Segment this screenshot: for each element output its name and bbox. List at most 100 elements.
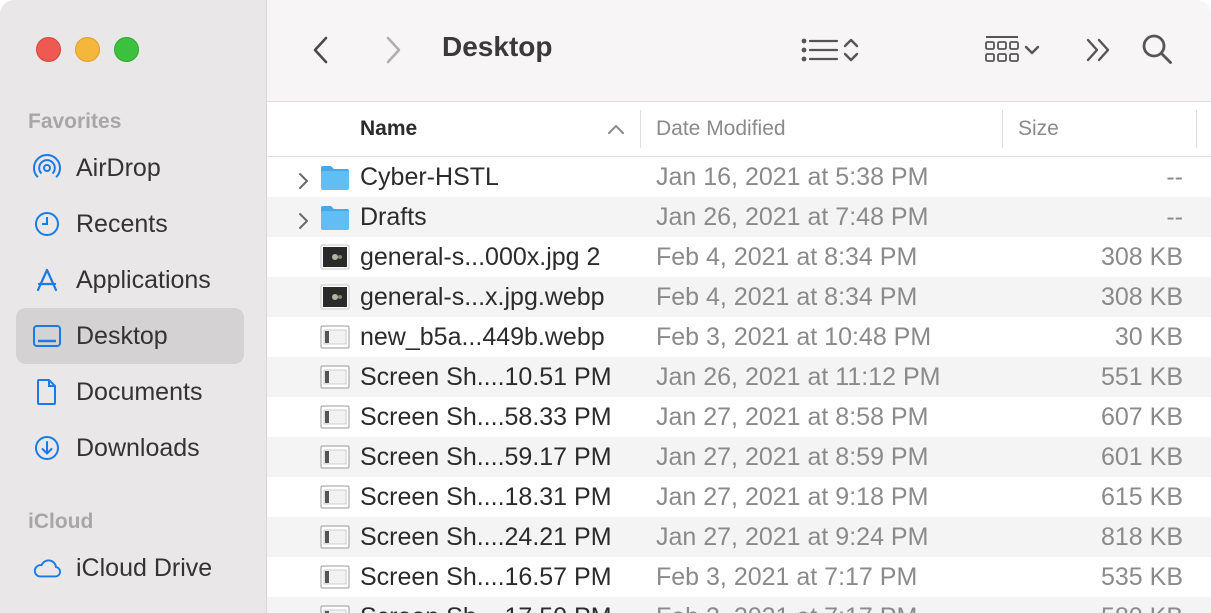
clock-icon [32,209,62,239]
screenshot-file-icon [320,563,350,591]
file-date-modified: Feb 3, 2021 at 10:48 PM [656,323,932,351]
file-name: Cyber-HSTL [360,163,499,191]
file-date-modified: Feb 4, 2021 at 8:34 PM [656,283,918,311]
file-row[interactable]: new_b5a...449b.webp Feb 3, 2021 at 10:48 … [267,317,1211,357]
disclosure-chevron-icon[interactable] [297,168,309,197]
more-toolbar-button[interactable] [1081,33,1115,67]
date-column-header[interactable]: Date Modified [656,102,786,156]
screenshot-file-icon [320,523,350,551]
file-size: 535 KB [1100,563,1183,591]
file-row[interactable]: Screen Sh....16.57 PM Feb 3, 2021 at 7:17… [267,557,1211,597]
file-size: 818 KB [1100,523,1183,551]
name-column-header[interactable]: Name [360,102,417,156]
folder-icon [320,203,350,231]
file-row[interactable]: Screen Sh....17.50 PM Feb 3, 2021 at 7:17… [267,597,1211,613]
sidebar: Favorites AirDrop Recents Applications D… [0,0,267,613]
file-list: Cyber-HSTL Jan 16, 2021 at 5:38 PM -- Draft… [267,157,1211,613]
file-name: Screen Sh....59.17 PM [360,443,612,471]
file-date-modified: Jan 27, 2021 at 8:58 PM [656,403,929,431]
download-icon [32,433,62,463]
chevron-left-icon [313,36,328,64]
window-title: Desktop [442,31,553,62]
file-name: general-s...000x.jpg 2 [360,243,601,271]
file-row[interactable]: Screen Sh....58.33 PM Jan 27, 2021 at 8:5… [267,397,1211,437]
minimize-button[interactable] [75,37,100,62]
file-row[interactable]: Screen Sh....24.21 PM Jan 27, 2021 at 9:2… [267,517,1211,557]
file-size: 551 KB [1100,363,1183,391]
document-icon [32,377,62,407]
file-date-modified: Jan 26, 2021 at 11:12 PM [656,363,941,391]
file-size: 607 KB [1100,403,1183,431]
forward-button[interactable] [379,33,407,67]
file-date-modified: Jan 27, 2021 at 9:24 PM [656,523,929,551]
disclosure-chevron-icon[interactable] [297,208,309,237]
sidebar-item-label: Documents [76,377,203,406]
applications-icon [32,265,62,295]
search-icon [1142,34,1172,64]
screenshot-file-icon [320,483,350,511]
file-size: 601 KB [1100,443,1183,471]
search-button[interactable] [1139,31,1175,67]
file-name: general-s...x.jpg.webp [360,283,605,311]
sidebar-item-downloads[interactable]: Downloads [16,420,244,476]
airdrop-icon [32,153,62,183]
sidebar-item-airdrop[interactable]: AirDrop [16,140,244,196]
file-name: Screen Sh....17.50 PM [360,603,612,613]
chevron-down-icon [1024,45,1040,55]
grid-view-icon [985,36,1019,62]
group-button[interactable] [975,33,1049,67]
sidebar-item-label: iCloud Drive [76,553,213,582]
view-options-button[interactable] [795,33,867,67]
close-button[interactable] [36,37,61,62]
screenshot-file-icon [320,403,350,431]
sidebar-item-desktop[interactable]: Desktop [16,308,244,364]
sidebar-item-recents[interactable]: Recents [16,196,244,252]
finder-window: Favorites AirDrop Recents Applications D… [0,0,1211,613]
file-size: 615 KB [1100,483,1183,511]
screenshot-file-icon [320,363,350,391]
sidebar-item-icloud-drive[interactable]: iCloud Drive [16,540,244,596]
file-row[interactable]: general-s...x.jpg.webp Feb 4, 2021 at 8:3… [267,277,1211,317]
file-name: Screen Sh....58.33 PM [360,403,612,431]
file-row[interactable]: Screen Sh....59.17 PM Jan 27, 2021 at 8:5… [267,437,1211,477]
size-column-header[interactable]: Size [1018,102,1059,156]
screenshot-file-icon [320,603,350,613]
file-size: -- [1166,163,1183,191]
file-row[interactable]: Cyber-HSTL Jan 16, 2021 at 5:38 PM -- [267,157,1211,197]
sidebar-item-label: AirDrop [76,153,161,182]
file-size: 30 KB [1114,323,1183,351]
file-row[interactable]: Screen Sh....18.31 PM Jan 27, 2021 at 9:1… [267,477,1211,517]
file-name: Screen Sh....18.31 PM [360,483,612,511]
file-row[interactable]: Screen Sh....10.51 PM Jan 26, 2021 at 11:… [267,357,1211,397]
zoom-button[interactable] [114,37,139,62]
toolbar: Desktop [267,0,1211,102]
column-divider[interactable] [640,110,641,148]
file-row[interactable]: general-s...000x.jpg 2 Feb 4, 2021 at 8:3… [267,237,1211,277]
column-divider[interactable] [1196,110,1197,148]
sidebar-item-label: Recents [76,209,168,238]
double-chevron-right-icon [1086,38,1110,62]
chevron-updown-icon [843,38,859,62]
screenshot-file-icon [320,323,350,351]
column-divider[interactable] [1002,110,1003,148]
file-size: 308 KB [1100,283,1183,311]
file-name: Screen Sh....10.51 PM [360,363,612,391]
file-date-modified: Jan 16, 2021 at 5:38 PM [656,163,929,191]
sidebar-item-documents[interactable]: Documents [16,364,244,420]
favorites-section-title: Favorites [28,110,122,133]
back-button[interactable] [307,33,335,67]
file-date-modified: Feb 3, 2021 at 7:17 PM [656,603,917,613]
main-area: Desktop Name Date Modified Size Cyber-HS… [267,0,1211,613]
file-name: new_b5a...449b.webp [360,323,605,351]
sort-ascending-button[interactable] [605,120,627,138]
file-size: -- [1166,203,1183,231]
file-date-modified: Feb 3, 2021 at 7:17 PM [656,563,918,591]
file-row[interactable]: Drafts Jan 26, 2021 at 7:48 PM -- [267,197,1211,237]
cloud-icon [32,553,62,583]
column-header: Name Date Modified Size [267,102,1211,157]
image-file-icon [320,283,350,311]
sidebar-item-label: Applications [76,265,211,294]
sidebar-item-applications[interactable]: Applications [16,252,244,308]
window-controls [36,37,139,62]
file-size: 308 KB [1100,243,1183,271]
